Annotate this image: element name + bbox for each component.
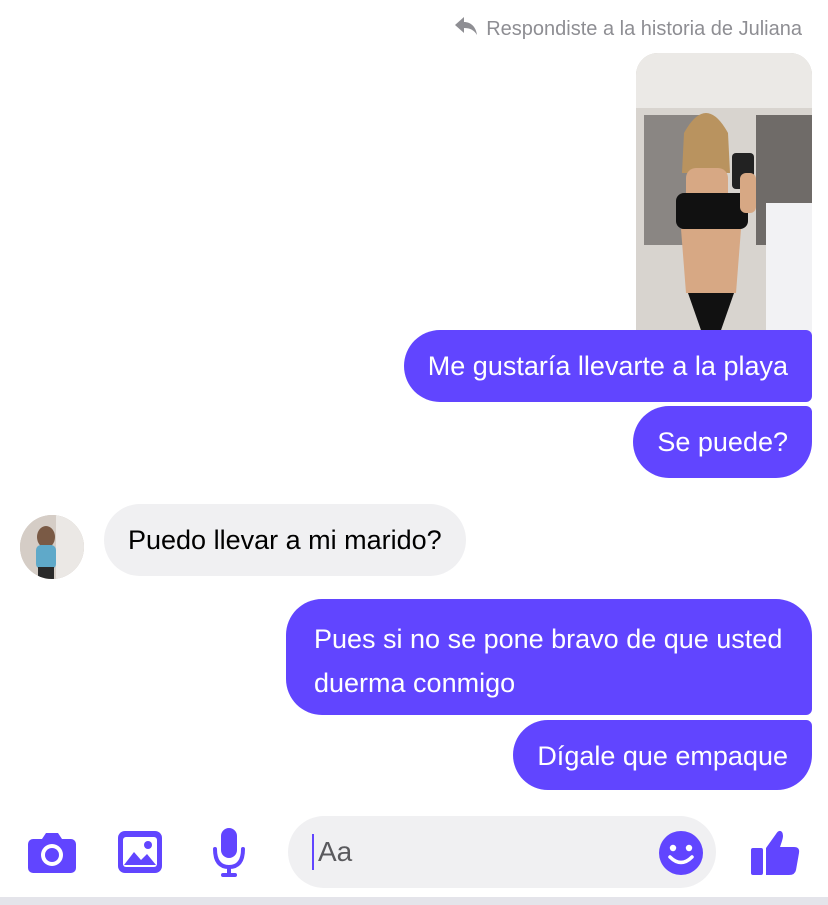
emoji-icon[interactable]: [658, 830, 704, 876]
message-input[interactable]: [318, 828, 638, 876]
microphone-icon[interactable]: [201, 824, 257, 880]
message-bubble-outgoing[interactable]: Se puede?: [633, 406, 812, 478]
avatar[interactable]: [20, 515, 84, 579]
message-bubble-incoming[interactable]: Puedo llevar a mi marido?: [104, 504, 466, 576]
message-input-field[interactable]: [288, 816, 716, 888]
message-bubble-outgoing[interactable]: Pues si no se pone bravo de que usted du…: [286, 599, 812, 715]
story-thumbnail[interactable]: [636, 53, 812, 335]
thumbs-up-icon[interactable]: [747, 824, 803, 880]
message-bubble-outgoing[interactable]: Dígale que empaque: [513, 720, 812, 790]
message-bubble-outgoing[interactable]: Me gustaría llevarte a la playa: [403, 330, 812, 402]
reply-arrow-icon: [454, 15, 478, 43]
message-composer: [0, 806, 828, 898]
bottom-divider: [0, 897, 828, 905]
gallery-icon[interactable]: [112, 824, 168, 880]
camera-icon[interactable]: [24, 824, 80, 880]
text-caret: [312, 834, 314, 870]
reply-note: Respondiste a la historia de Juliana: [454, 14, 802, 44]
reply-note-text: Respondiste a la historia de Juliana: [486, 17, 802, 40]
